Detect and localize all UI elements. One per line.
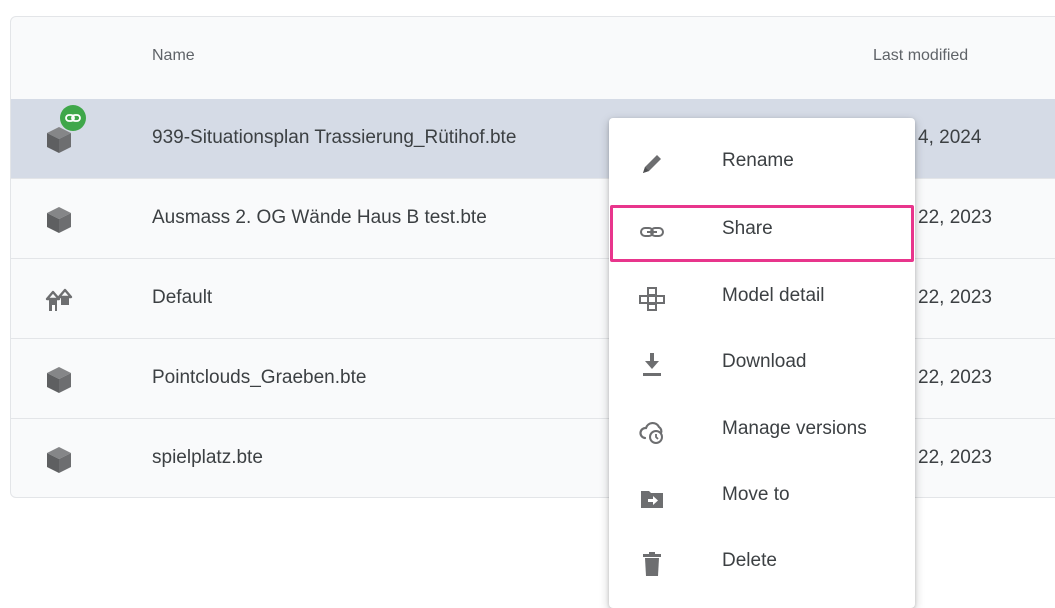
menu-item-rename[interactable]: Rename	[609, 132, 915, 194]
menu-item-label: Manage versions	[722, 418, 867, 439]
file-name[interactable]: Pointclouds_Graeben.bte	[152, 367, 366, 389]
top-divider	[0, 0, 1055, 12]
column-header-last-modified[interactable]: Last modified	[873, 47, 968, 65]
pencil-icon	[643, 155, 661, 173]
context-menu: Rename Share Model detail Download Manag…	[609, 118, 915, 608]
shared-badge	[60, 105, 86, 131]
cloud-clock-icon	[639, 421, 663, 444]
file-name[interactable]: spielplatz.bte	[152, 447, 263, 469]
table-header: Name Last modified	[11, 17, 1055, 100]
share-highlight-box	[610, 205, 914, 262]
trash-icon	[643, 552, 661, 576]
menu-item-label: Delete	[722, 550, 777, 571]
menu-item-label: Rename	[722, 150, 794, 171]
menu-item-delete[interactable]: Delete	[609, 532, 915, 594]
file-name[interactable]: 939-Situationsplan Trassierung_Rütihof.b…	[152, 127, 516, 149]
file-last-modified: 4, 2024	[918, 127, 982, 148]
menu-item-model-detail[interactable]: Model detail	[609, 267, 915, 329]
model-cube-icon	[47, 207, 71, 233]
model-cube-icon	[47, 367, 71, 393]
menu-item-move-to[interactable]: Move to	[609, 466, 915, 528]
menu-item-manage-versions[interactable]: Manage versions	[609, 400, 915, 462]
menu-item-label: Model detail	[722, 285, 825, 306]
file-last-modified: 22, 2023	[918, 207, 992, 228]
menu-item-download[interactable]: Download	[609, 333, 915, 395]
houses-icon	[45, 288, 73, 311]
link-icon	[65, 114, 81, 122]
file-last-modified: 22, 2023	[918, 447, 992, 468]
menu-item-label: Move to	[722, 484, 790, 505]
file-last-modified: 22, 2023	[918, 367, 992, 388]
download-icon	[643, 353, 661, 376]
model-cube-icon	[47, 447, 71, 473]
column-header-name[interactable]: Name	[152, 47, 195, 65]
file-name[interactable]: Default	[152, 287, 212, 309]
file-name[interactable]: Ausmass 2. OG Wände Haus B test.bte	[152, 207, 487, 229]
model-tree-icon	[639, 287, 665, 311]
folder-move-icon	[641, 491, 663, 508]
menu-item-label: Download	[722, 351, 807, 372]
file-last-modified: 22, 2023	[918, 287, 992, 308]
